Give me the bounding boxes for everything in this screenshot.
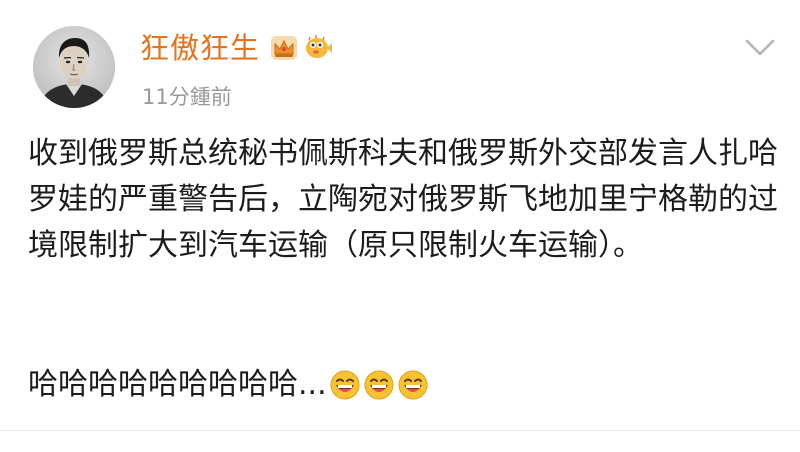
post-content: 收到俄罗斯总统秘书佩斯科夫和俄罗斯外交部发言人扎哈罗娃的严重警告后，立陶宛对俄罗…	[28, 136, 778, 263]
author-avatar[interactable]	[33, 26, 115, 108]
author-row: 狂傲狂生	[140, 28, 333, 68]
pufferfish-icon[interactable]	[303, 33, 333, 63]
laughing-face-icon	[330, 370, 360, 400]
crown-vip-icon[interactable]	[269, 33, 299, 63]
laugh-text: 哈哈哈哈哈哈哈哈哈...	[28, 367, 327, 402]
chevron-down-icon[interactable]	[742, 36, 778, 60]
portrait-avatar-icon	[33, 26, 115, 108]
weibo-post-card: 狂傲狂生 11分鍾前 收到俄罗斯总统秘书佩斯科夫和俄罗斯外交部发言人扎哈罗娃的严…	[0, 0, 800, 452]
laughing-face-icon	[364, 370, 394, 400]
post-laugh-line: 哈哈哈哈哈哈哈哈哈...	[28, 362, 429, 408]
laughing-face-icon	[398, 370, 428, 400]
post-divider	[0, 430, 800, 431]
post-timestamp: 11分鍾前	[142, 85, 232, 109]
author-name[interactable]: 狂傲狂生	[140, 28, 260, 68]
